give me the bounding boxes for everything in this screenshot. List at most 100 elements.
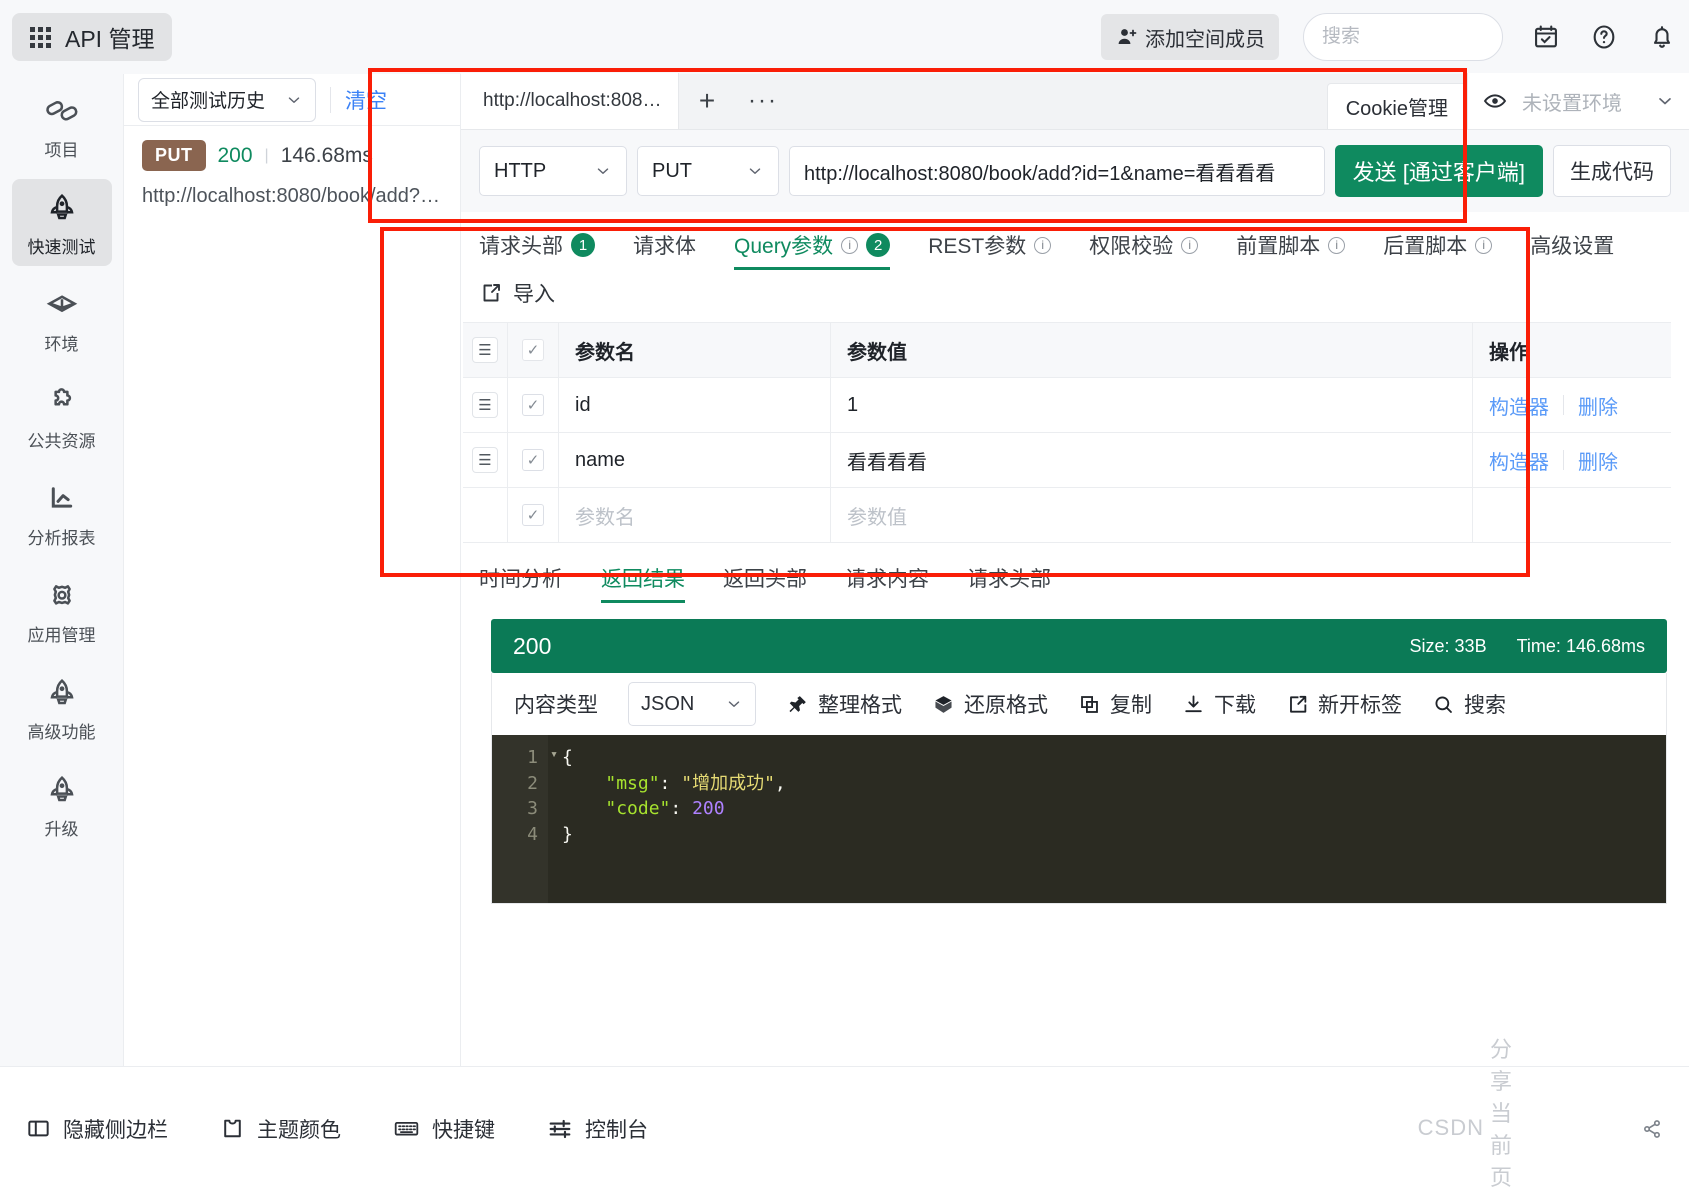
tab-advanced-settings[interactable]: 高级设置: [1530, 230, 1614, 270]
share-label[interactable]: 分享当前页面: [1490, 1032, 1513, 1190]
param-value[interactable]: 看看看看: [831, 433, 1473, 487]
checkbox[interactable]: ✓: [522, 339, 544, 361]
row-drag-cell[interactable]: ☰: [463, 378, 507, 432]
restore-cube-icon: [935, 695, 952, 713]
sidebar-item-label: 升级: [44, 820, 79, 839]
param-name[interactable]: name: [559, 433, 831, 487]
tab-timing[interactable]: 时间分析: [479, 563, 563, 603]
generate-code-button[interactable]: 生成代码: [1553, 145, 1671, 197]
protocol-select[interactable]: HTTP: [479, 146, 627, 196]
sidebar-item-label: 高级功能: [27, 723, 96, 742]
json-key-msg: "msg": [605, 772, 660, 794]
new-param-value-input[interactable]: 参数值: [831, 488, 1473, 542]
share-icon[interactable]: [1641, 1118, 1663, 1140]
ellipsis-icon[interactable]: ···: [735, 73, 791, 129]
tab-pre-script[interactable]: 前置脚本 i: [1236, 230, 1346, 270]
checkbox[interactable]: ✓: [522, 394, 544, 416]
fold-arrow-icon[interactable]: ▾: [550, 746, 558, 764]
json-brace-open: {: [562, 747, 573, 768]
theme-color-button[interactable]: 主题颜色: [220, 1114, 341, 1144]
tab-request-headers[interactable]: 请求头部 1: [479, 230, 595, 270]
tab-auth[interactable]: 权限校验 i: [1089, 230, 1199, 270]
size-label: Size:: [1409, 635, 1450, 656]
download-button[interactable]: 下载: [1182, 689, 1256, 719]
sidebar-item-environment[interactable]: 环境: [12, 276, 112, 363]
copy-button[interactable]: 复制: [1078, 689, 1152, 719]
send-button[interactable]: 发送 [通过客户端]: [1334, 145, 1543, 197]
drag-handle-icon[interactable]: ☰: [472, 392, 498, 418]
tab-response-headers[interactable]: 返回头部: [723, 563, 807, 603]
clear-history-button[interactable]: 清空: [345, 85, 387, 115]
method-select[interactable]: PUT: [637, 146, 779, 196]
add-space-member-button[interactable]: 添加空间成员: [1101, 14, 1279, 60]
tab-request-content[interactable]: 请求内容: [845, 563, 929, 603]
shortcuts-button[interactable]: 快捷键: [393, 1114, 495, 1144]
environment-selector[interactable]: 未设置环境: [1467, 73, 1689, 129]
sidebar-item-upgrade[interactable]: 升级: [12, 761, 112, 848]
console-button[interactable]: 控制台: [547, 1114, 648, 1144]
request-tab[interactable]: http://localhost:808…: [461, 73, 679, 129]
hide-sidebar-button[interactable]: 隐藏侧边栏: [26, 1114, 168, 1144]
drag-handle-icon[interactable]: ☰: [472, 447, 498, 473]
tab-label: 请求体: [633, 235, 696, 258]
select-all-cell[interactable]: ✓: [507, 323, 559, 377]
row-checkbox-cell[interactable]: ✓: [507, 378, 559, 432]
tab-request-headers-resp[interactable]: 请求头部: [967, 563, 1051, 603]
url-input[interactable]: [789, 146, 1325, 196]
drag-column-header: ☰: [463, 323, 507, 377]
tab-response-result[interactable]: 返回结果: [601, 563, 685, 603]
builder-link[interactable]: 构造器: [1489, 391, 1549, 420]
builder-link[interactable]: 构造器: [1489, 446, 1549, 475]
param-name[interactable]: id: [559, 378, 831, 432]
bottombar-right: CSDN 分享当前页面: [1418, 1037, 1663, 1190]
button-label: 隐藏侧边栏: [63, 1118, 168, 1142]
drag-handle-icon[interactable]: ☰: [472, 337, 498, 363]
json-response-editor[interactable]: 1 ▾ 2 3 4 { "msg": "增加成功", "code": 200 }: [492, 735, 1666, 903]
bell-icon[interactable]: [1647, 22, 1677, 52]
app-logo-button[interactable]: API 管理: [12, 13, 173, 61]
sidebar-item-quick-test[interactable]: 快速测试: [11, 179, 112, 266]
query-params-table: ☰ ✓ 参数名 参数值 操作 ☰ ✓ id 1 构造器 删除 ☰ ✓ name …: [463, 322, 1671, 543]
delete-link[interactable]: 删除: [1578, 391, 1618, 420]
help-circle-icon[interactable]: [1589, 22, 1619, 52]
tab-query-params[interactable]: Query参数 i 2: [734, 230, 891, 270]
row-checkbox-cell[interactable]: ✓: [507, 433, 559, 487]
cookie-manage-button[interactable]: Cookie管理: [1326, 83, 1467, 129]
format-button[interactable]: 整理格式: [786, 689, 902, 719]
response-body: 200 Size: 33B Time: 146.68ms 内容类型 JSON 整…: [461, 603, 1689, 904]
calendar-check-icon[interactable]: [1531, 22, 1561, 52]
tab-rest-params[interactable]: REST参数 i: [928, 230, 1052, 270]
import-params-button[interactable]: 导入: [461, 270, 1689, 322]
content-type-select[interactable]: JSON: [628, 682, 756, 726]
json-key-code: "code": [605, 798, 671, 820]
sidebar-item-project[interactable]: 项目: [12, 82, 112, 169]
sidebar-item-advanced[interactable]: 高级功能: [12, 664, 112, 751]
restore-format-button[interactable]: 还原格式: [932, 689, 1048, 719]
checkbox[interactable]: ✓: [522, 504, 544, 526]
open-new-tab-button[interactable]: 新开标签: [1286, 689, 1402, 719]
grid-apps-icon: [30, 26, 51, 48]
sidebar-item-public-resource[interactable]: 公共资源: [12, 373, 112, 460]
history-filter-select[interactable]: 全部测试历史: [138, 77, 316, 122]
tab-post-script[interactable]: 后置脚本 i: [1383, 230, 1493, 270]
table-row: ☰ ✓ id 1 构造器 删除: [463, 378, 1671, 433]
search-response-button[interactable]: 搜索: [1432, 689, 1506, 719]
checkbox[interactable]: ✓: [522, 449, 544, 471]
new-param-name-input[interactable]: 参数名: [559, 488, 831, 542]
search-input[interactable]: [1322, 26, 1484, 48]
editor-code[interactable]: { "msg": "增加成功", "code": 200 }: [548, 735, 786, 903]
bottom-status-bar: 隐藏侧边栏 主题颜色 快捷键 控制台 CSDN 分享当前页面: [0, 1037, 1689, 1190]
info-icon: i: [1034, 236, 1052, 254]
divider: [1563, 450, 1564, 470]
history-item[interactable]: PUT 200 | 146.68ms http://localhost:8080…: [124, 126, 460, 220]
delete-link[interactable]: 删除: [1578, 446, 1618, 475]
sidebar-item-app-management[interactable]: 应用管理: [12, 567, 112, 654]
global-search-box[interactable]: [1303, 13, 1503, 61]
plus-icon[interactable]: +: [679, 73, 735, 129]
row-drag-cell[interactable]: ☰: [463, 433, 507, 487]
sidebar-item-analytics[interactable]: 分析报表: [12, 470, 112, 557]
request-url-row: HTTP PUT 发送 [通过客户端] 生成代码: [461, 130, 1689, 212]
row-checkbox-cell[interactable]: ✓: [507, 488, 559, 542]
tab-request-body[interactable]: 请求体: [633, 230, 696, 270]
param-value[interactable]: 1: [831, 378, 1473, 432]
